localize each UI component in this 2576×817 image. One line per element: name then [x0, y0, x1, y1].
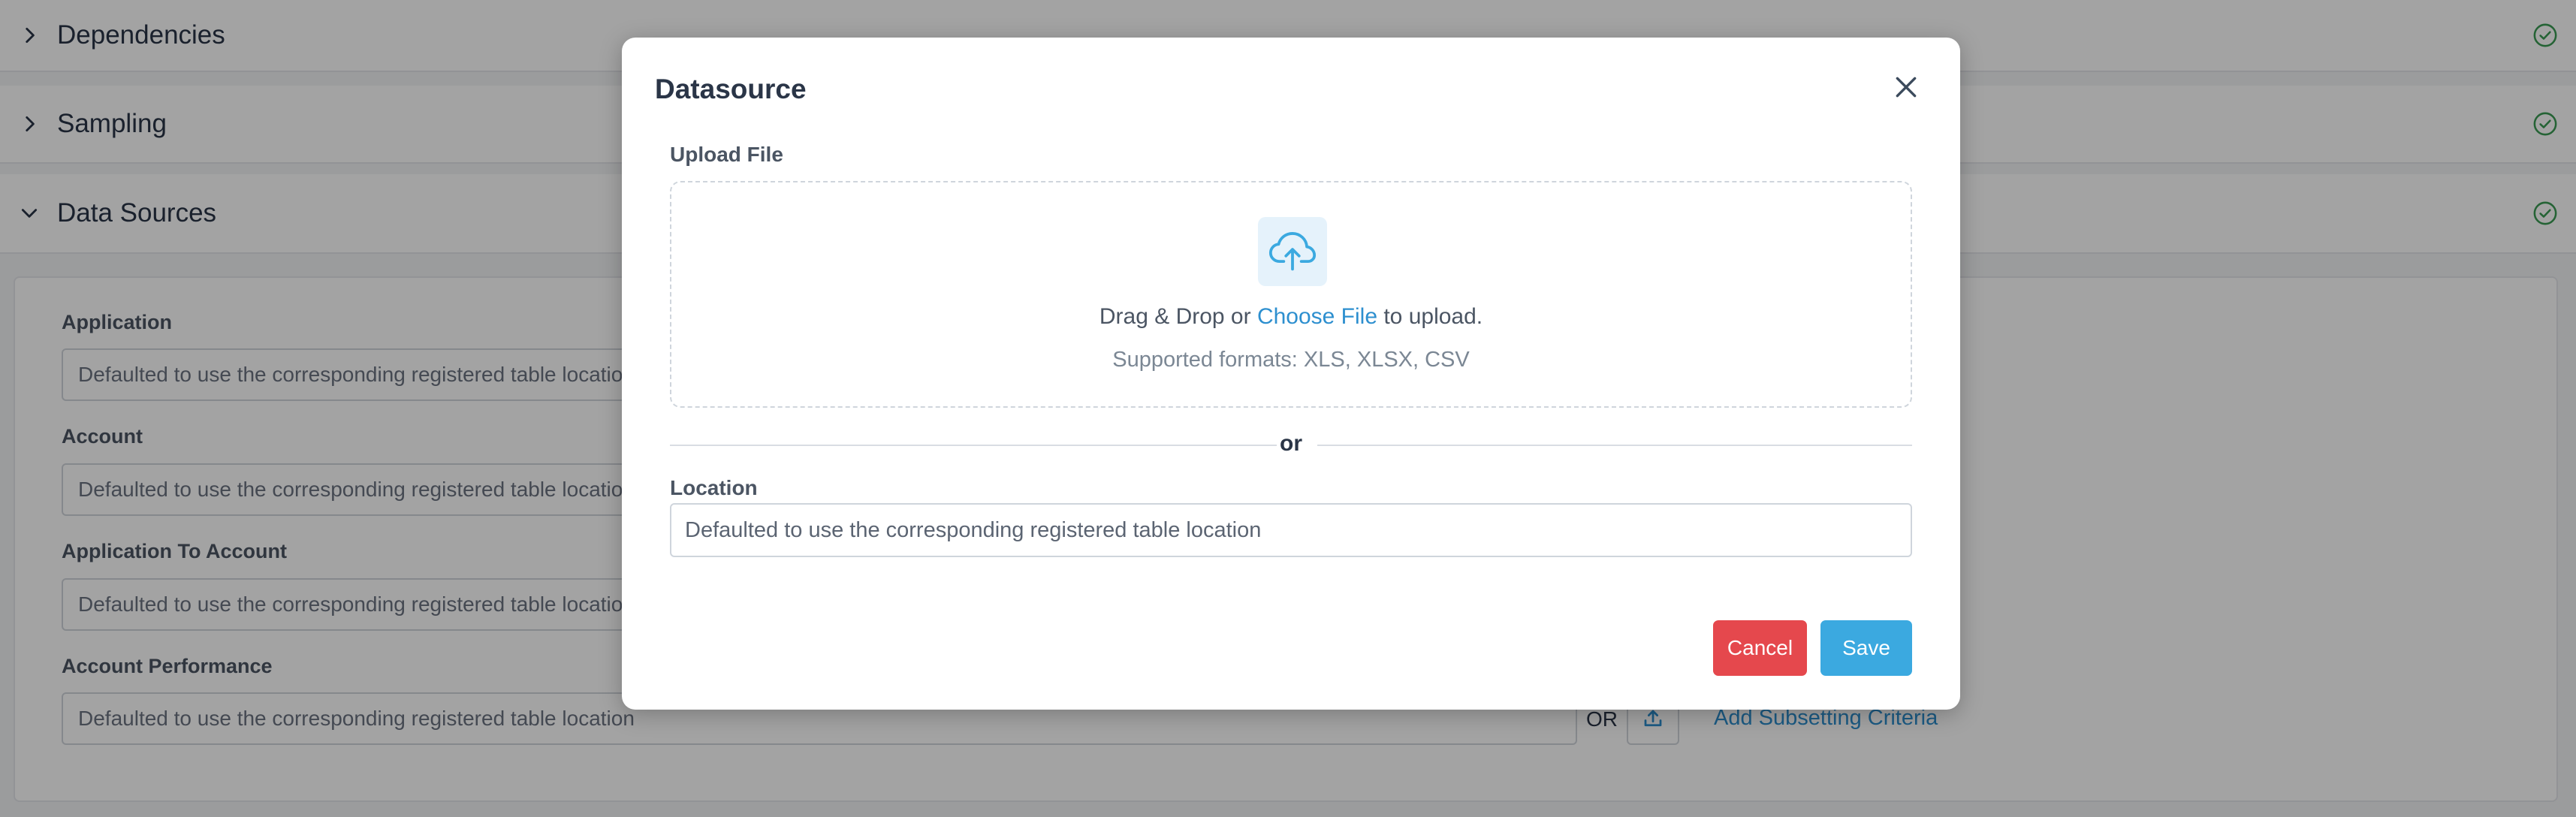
app-root: Dependencies Sampling Data Sources Appli… [0, 0, 2576, 817]
location-input[interactable] [670, 503, 1912, 557]
datasource-modal: Datasource Upload File Drag & Drop or Ch… [622, 38, 1960, 710]
modal-title: Datasource [655, 74, 807, 104]
drop-prefix-text: Drag & Drop or [1099, 304, 1257, 329]
cancel-button[interactable]: Cancel [1713, 620, 1807, 676]
file-dropzone[interactable]: Drag & Drop or Choose File to upload. Su… [670, 181, 1912, 408]
save-button[interactable]: Save [1820, 620, 1912, 676]
drop-suffix-text: to upload. [1377, 304, 1483, 329]
close-icon[interactable] [1891, 72, 1921, 102]
divider-or-text: or [1280, 431, 1302, 456]
cloud-upload-icon-container [1258, 217, 1327, 286]
location-label: Location [670, 476, 758, 499]
drop-instructions: Drag & Drop or Choose File to upload. [671, 304, 1911, 330]
supported-formats-text: Supported formats: XLS, XLSX, CSV [1112, 348, 1470, 372]
cloud-upload-icon [1268, 232, 1317, 271]
choose-file-link[interactable]: Choose File [1257, 304, 1377, 329]
upload-file-label: Upload File [670, 143, 783, 166]
